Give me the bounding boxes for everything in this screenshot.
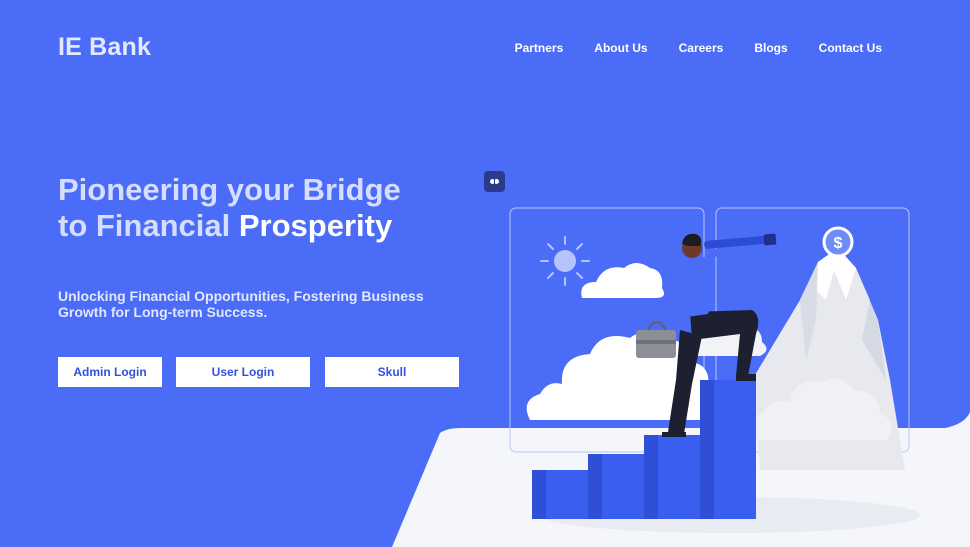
glass-panel-right — [715, 207, 910, 453]
skull-button[interactable]: Skull — [325, 357, 459, 387]
hero-title: Pioneering your Bridge to Financial Pros… — [58, 172, 478, 244]
mountain — [752, 248, 905, 470]
logo[interactable]: IE Bank — [58, 33, 151, 62]
cloud-large-left — [526, 332, 717, 420]
glass-panel-left — [509, 207, 705, 453]
brand-badge-icon — [484, 171, 505, 192]
sun-icon — [540, 236, 590, 286]
nav-link-contact-us[interactable]: Contact Us — [819, 41, 882, 55]
nav-link-blogs[interactable]: Blogs — [754, 41, 787, 55]
nav-link-careers[interactable]: Careers — [679, 41, 724, 55]
hero-title-line2: to Financial Prosperity — [58, 208, 478, 244]
hero-illustration: $ — [392, 207, 970, 547]
cloud-small — [581, 263, 664, 298]
main-nav: Partners About Us Careers Blogs Contact … — [515, 41, 882, 55]
hero-subtitle: Unlocking Financial Opportunities, Foste… — [58, 288, 424, 320]
cloud-mid — [687, 323, 767, 356]
coin-symbol: $ — [834, 235, 843, 252]
ground-shadow — [540, 497, 920, 533]
stairs — [532, 380, 756, 519]
admin-login-button[interactable]: Admin Login — [58, 357, 162, 387]
hero-title-line2-prefix: to Financial — [58, 208, 239, 243]
user-login-button[interactable]: User Login — [176, 357, 310, 387]
nav-link-about-us[interactable]: About Us — [594, 41, 647, 55]
hero-title-accent: Prosperity — [238, 208, 393, 243]
cloud-large-right — [750, 378, 892, 440]
person-figure — [636, 233, 777, 437]
nav-link-partners[interactable]: Partners — [515, 41, 564, 55]
hero-title-line1: Pioneering your Bridge — [58, 172, 401, 207]
coin-icon — [822, 226, 854, 258]
white-ground-shape — [392, 412, 970, 547]
